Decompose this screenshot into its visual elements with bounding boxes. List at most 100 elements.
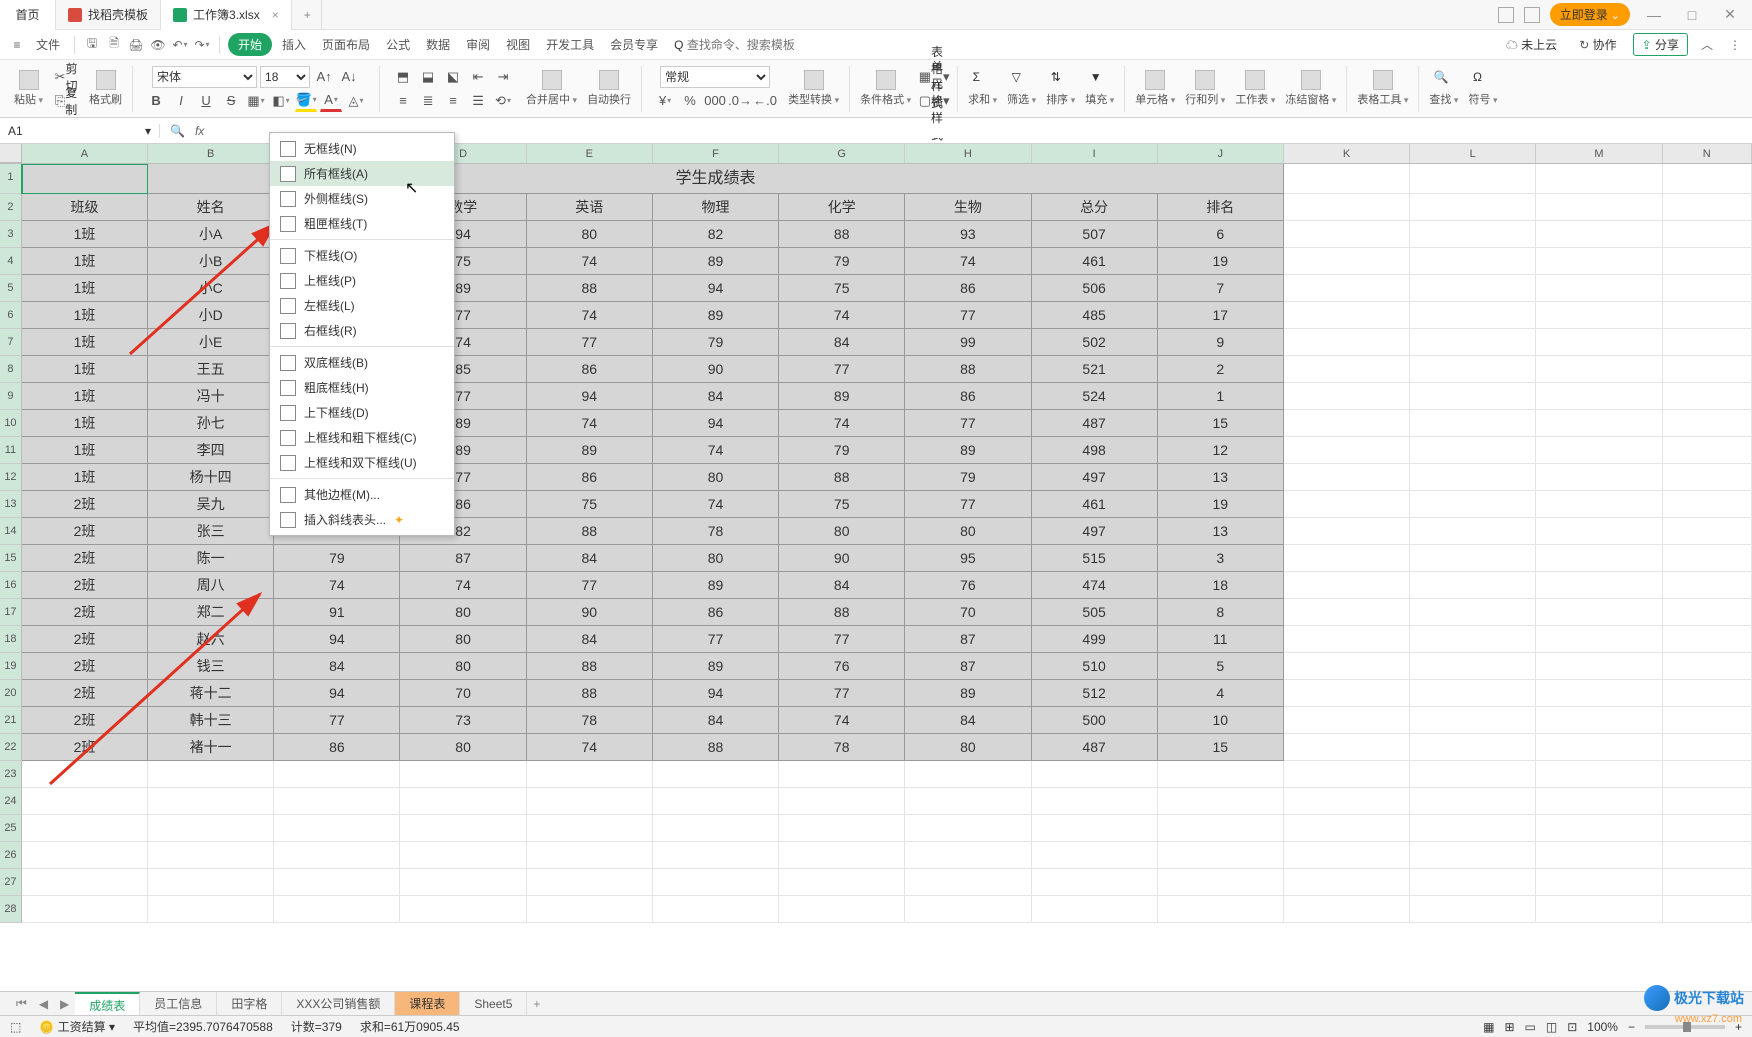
cell[interactable]: 95 (905, 545, 1031, 572)
row-header[interactable]: 28 (0, 896, 22, 923)
cell[interactable]: 505 (1032, 599, 1158, 626)
cell[interactable]: 76 (905, 572, 1031, 599)
cell[interactable]: 郑二 (148, 599, 274, 626)
cell[interactable] (779, 842, 905, 869)
cell[interactable] (1158, 788, 1284, 815)
cell[interactable] (653, 869, 779, 896)
cell[interactable]: 78 (779, 734, 905, 761)
name-box-input[interactable] (8, 124, 108, 138)
cell[interactable]: 79 (779, 248, 905, 275)
file-menu[interactable]: 文件 (30, 36, 66, 53)
cell[interactable]: 74 (905, 248, 1031, 275)
tab-workbook[interactable]: 工作簿3.xlsx× (161, 0, 292, 30)
cell[interactable]: 7 (1158, 275, 1284, 302)
save-as-icon[interactable]: 🗎 (105, 36, 123, 54)
cell[interactable]: 74 (527, 302, 653, 329)
name-box[interactable]: ▾ (0, 124, 160, 138)
new-tab-button[interactable]: + (292, 0, 322, 30)
cell[interactable] (1410, 842, 1536, 869)
border-menu-item[interactable]: 上框线和粗下框线(C) (270, 425, 454, 450)
cell[interactable] (1663, 518, 1752, 545)
cell[interactable] (779, 815, 905, 842)
chevron-down-icon[interactable]: ▾ (145, 124, 151, 138)
cell[interactable] (1284, 572, 1410, 599)
font-name-select[interactable]: 宋体 (152, 66, 257, 88)
cell[interactable]: 84 (905, 707, 1031, 734)
copy-button[interactable]: ⎘ 复制 (55, 90, 77, 112)
cell[interactable]: 89 (905, 437, 1031, 464)
sort-button[interactable]: ⇅排序 (1042, 68, 1079, 109)
cell[interactable]: 94 (274, 680, 400, 707)
cell[interactable]: 2班 (22, 734, 148, 761)
sheet-tab[interactable]: 田字格 (217, 992, 282, 1016)
cell[interactable]: 84 (779, 572, 905, 599)
row-header[interactable]: 15 (0, 545, 22, 572)
cell[interactable] (779, 761, 905, 788)
cell[interactable]: 赵六 (148, 626, 274, 653)
cell[interactable] (1663, 491, 1752, 518)
cell[interactable] (1410, 329, 1536, 356)
cell[interactable] (1536, 329, 1662, 356)
cell[interactable] (1284, 869, 1410, 896)
cell[interactable]: 487 (1032, 734, 1158, 761)
cell[interactable]: 80 (527, 221, 653, 248)
cell[interactable] (274, 896, 400, 923)
border-menu-item[interactable]: 左框线(L) (270, 293, 454, 318)
col-header-B[interactable]: B (148, 144, 274, 163)
cell[interactable] (1663, 815, 1752, 842)
cell[interactable] (1284, 842, 1410, 869)
cell[interactable] (1284, 815, 1410, 842)
dec-decimal-icon[interactable]: ←.0 (754, 90, 776, 112)
cell[interactable]: 1班 (22, 248, 148, 275)
col-header-L[interactable]: L (1410, 144, 1536, 163)
cell[interactable]: 94 (653, 275, 779, 302)
cell[interactable]: 89 (527, 437, 653, 464)
cell[interactable]: 12 (1158, 437, 1284, 464)
cell[interactable]: 76 (779, 653, 905, 680)
cell[interactable] (1158, 896, 1284, 923)
row-header[interactable]: 3 (0, 221, 22, 248)
cell[interactable]: 1班 (22, 302, 148, 329)
fill-button[interactable]: ▼填充 (1081, 68, 1118, 109)
cell[interactable] (1663, 599, 1752, 626)
fx-icon[interactable]: fx (195, 124, 204, 138)
print-icon[interactable]: 🖨 (127, 36, 145, 54)
cell[interactable] (148, 815, 274, 842)
cell[interactable]: 钱三 (148, 653, 274, 680)
border-menu-item[interactable]: 右框线(R) (270, 318, 454, 343)
row-header[interactable]: 19 (0, 653, 22, 680)
cell[interactable]: 461 (1032, 491, 1158, 518)
share-button[interactable]: ⇪ 分享 (1633, 33, 1688, 56)
cell[interactable]: 87 (905, 653, 1031, 680)
col-header-E[interactable]: E (527, 144, 653, 163)
cell[interactable]: 13 (1158, 518, 1284, 545)
cell[interactable]: 2班 (22, 599, 148, 626)
cell[interactable] (1536, 275, 1662, 302)
cell[interactable] (1410, 302, 1536, 329)
cell[interactable] (1536, 572, 1662, 599)
col-header-I[interactable]: I (1032, 144, 1158, 163)
row-header[interactable]: 1 (0, 164, 22, 194)
cell[interactable]: 80 (905, 734, 1031, 761)
number-format-select[interactable]: 常规 (660, 66, 770, 88)
filter-button[interactable]: ▽筛选 (1003, 68, 1040, 109)
cell[interactable]: 15 (1158, 410, 1284, 437)
bold-button[interactable]: B (145, 90, 167, 112)
currency-icon[interactable]: ¥ (654, 90, 676, 112)
cell[interactable]: 88 (779, 599, 905, 626)
cell[interactable]: 89 (653, 572, 779, 599)
cell[interactable] (1410, 896, 1536, 923)
sheet-button[interactable]: 工作表 (1231, 68, 1279, 109)
cell[interactable]: 77 (905, 410, 1031, 437)
cell[interactable] (1284, 383, 1410, 410)
cell[interactable]: 排名 (1158, 194, 1284, 221)
cell[interactable] (527, 869, 653, 896)
cell[interactable] (1410, 518, 1536, 545)
coop-button[interactable]: ↻ 协作 (1573, 36, 1622, 53)
cell[interactable] (1410, 464, 1536, 491)
layout-icon[interactable] (1498, 7, 1514, 23)
cell[interactable]: 韩十三 (148, 707, 274, 734)
col-header-M[interactable]: M (1536, 144, 1662, 163)
cell[interactable]: 77 (527, 329, 653, 356)
cell[interactable]: 74 (779, 302, 905, 329)
